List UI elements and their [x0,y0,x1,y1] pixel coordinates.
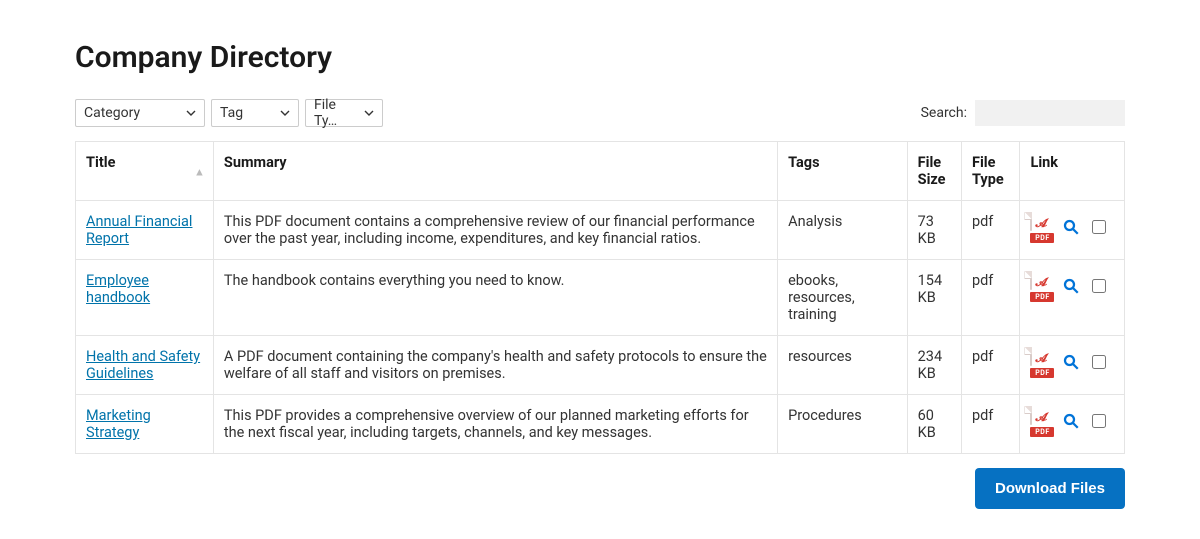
category-select-label: Category [84,105,140,121]
preview-icon[interactable] [1062,218,1080,236]
select-row-checkbox[interactable] [1092,220,1106,234]
filesize-cell: 234 KB [907,336,961,395]
pdf-badge: PDF [1030,233,1054,243]
pdf-badge: PDF [1030,427,1054,437]
pdf-file-icon[interactable]: 𝓐PDF [1030,407,1054,435]
filetype-select-label: File Ty… [314,97,356,129]
column-header-tags[interactable]: Tags [778,142,908,201]
document-title-link[interactable]: Employee handbook [86,272,150,306]
search-label: Search: [921,105,967,121]
pdf-badge: PDF [1030,368,1054,378]
sort-asc-icon: ▲ [194,166,205,179]
directory-table: Title ▲ Summary Tags File Size File Type… [75,141,1125,454]
chevron-down-icon [364,108,374,118]
filetype-cell: pdf [961,336,1020,395]
chevron-down-icon [280,108,290,118]
tag-select[interactable]: Tag [211,99,299,127]
tags-cell: resources [778,336,908,395]
chevron-down-icon [186,108,196,118]
summary-cell: A PDF document containing the company's … [213,336,777,395]
pdf-badge: PDF [1030,292,1054,302]
preview-icon[interactable] [1062,353,1080,371]
preview-icon[interactable] [1062,277,1080,295]
filetype-cell: pdf [961,395,1020,454]
table-toolbar: Category Tag File Ty… Search: [75,99,1125,127]
summary-cell: The handbook contains everything you nee… [213,260,777,336]
download-files-button[interactable]: Download Files [975,468,1125,509]
column-header-title[interactable]: Title ▲ [76,142,214,201]
column-header-title-label: Title [86,154,115,171]
search-input[interactable] [975,100,1125,126]
tags-cell: ebooks, resources, training [778,260,908,336]
table-row: Annual Financial Report This PDF document… [76,201,1125,260]
filetype-cell: pdf [961,260,1020,336]
table-row: Health and Safety Guidelines A PDF docume… [76,336,1125,395]
summary-cell: This PDF provides a comprehensive overvi… [213,395,777,454]
table-row: Marketing Strategy This PDF provides a co… [76,395,1125,454]
pdf-file-icon[interactable]: 𝓐PDF [1030,213,1054,241]
filesize-cell: 154 KB [907,260,961,336]
document-title-link[interactable]: Health and Safety Guidelines [86,348,200,382]
select-row-checkbox[interactable] [1092,414,1106,428]
filesize-cell: 73 KB [907,201,961,260]
tags-cell: Procedures [778,395,908,454]
column-header-summary[interactable]: Summary [213,142,777,201]
table-row: Employee handbook The handbook contains e… [76,260,1125,336]
preview-icon[interactable] [1062,412,1080,430]
pdf-file-icon[interactable]: 𝓐PDF [1030,272,1054,300]
tags-cell: Analysis [778,201,908,260]
select-row-checkbox[interactable] [1092,355,1106,369]
filetype-cell: pdf [961,201,1020,260]
column-header-link[interactable]: Link [1020,142,1125,201]
filetype-select[interactable]: File Ty… [305,99,383,127]
tag-select-label: Tag [220,105,243,121]
category-select[interactable]: Category [75,99,205,127]
select-row-checkbox[interactable] [1092,279,1106,293]
filesize-cell: 60 KB [907,395,961,454]
document-title-link[interactable]: Marketing Strategy [86,407,151,441]
column-header-filetype[interactable]: File Type [961,142,1020,201]
summary-cell: This PDF document contains a comprehensi… [213,201,777,260]
column-header-filesize[interactable]: File Size [907,142,961,201]
page-title: Company Directory [75,40,1125,75]
pdf-file-icon[interactable]: 𝓐PDF [1030,348,1054,376]
document-title-link[interactable]: Annual Financial Report [86,213,192,247]
